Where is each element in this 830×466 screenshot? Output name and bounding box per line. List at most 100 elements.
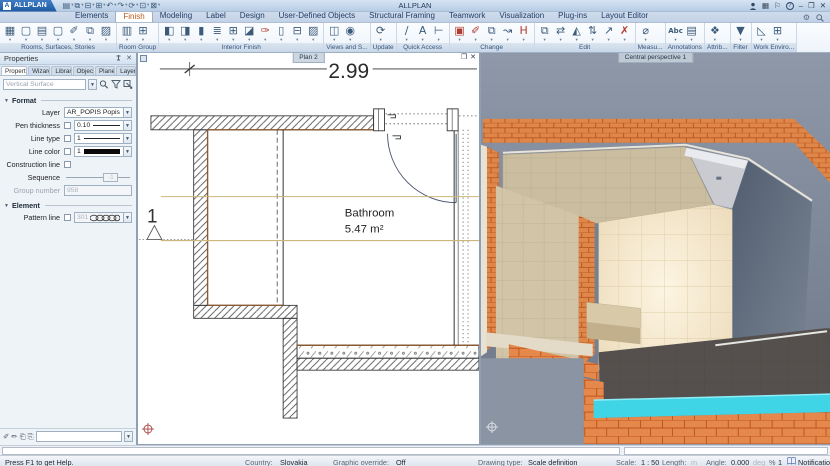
line-type-checkbox[interactable]	[64, 135, 71, 142]
quick-access-4-icon[interactable]: ↶▾	[106, 1, 116, 11]
rooms-surfaces-stories-tool-1-icon[interactable]: ▢▾	[18, 25, 34, 42]
rooms-surfaces-stories-tool-2-icon[interactable]: ▤▾	[34, 25, 50, 42]
quick-access-5-icon[interactable]: ↷▾	[117, 1, 127, 11]
perspective-viewport[interactable]: Central perspective 1	[480, 53, 830, 445]
pattern-line-dropdown[interactable]: ▼	[123, 212, 132, 223]
interior-finish-tool-4-icon[interactable]: ⊞▾	[225, 25, 241, 42]
sequence-slider[interactable]: -1	[64, 172, 132, 183]
edit-tool-5-icon[interactable]: ✗▾	[617, 25, 633, 42]
change-tool-1-icon[interactable]: ✐▾	[468, 25, 484, 42]
rooms-surfaces-stories-tool-6-icon[interactable]: ▨▾	[98, 25, 114, 42]
filter-tool-0-icon[interactable]: ▼▾	[733, 25, 749, 42]
quick-access-3-icon[interactable]: ⊞▾	[95, 1, 105, 11]
tab-library[interactable]: Library	[51, 66, 71, 75]
interior-finish-tool-1-icon[interactable]: ◨▾	[177, 25, 193, 42]
perspective-tab[interactable]: Central perspective 1	[618, 53, 693, 63]
interior-finish-tool-8-icon[interactable]: ⊟▾	[289, 25, 305, 42]
layer-dropdown[interactable]: ▼	[123, 107, 132, 118]
select-elements-icon[interactable]	[123, 80, 133, 89]
dialog-line-input[interactable]	[2, 447, 620, 455]
tab-planes[interactable]: Planes	[95, 66, 115, 75]
ribbon-tab-modeling[interactable]: Modeling	[153, 11, 199, 22]
line-color-checkbox[interactable]	[64, 148, 71, 155]
views-and-s-tool-0-icon[interactable]: ◫▾	[326, 25, 342, 42]
allplan-menu-button[interactable]: A ALLPLAN	[0, 0, 57, 12]
angle-unit[interactable]: deg	[753, 458, 765, 466]
views-and-s-tool-1-icon[interactable]: ◉▾	[342, 25, 358, 42]
interior-finish-tool-3-icon[interactable]: ≣▾	[209, 25, 225, 42]
notifications-book-icon[interactable]	[787, 457, 796, 466]
work-enviro-tool-1-icon[interactable]: ⊞▾	[770, 25, 786, 42]
restore-button[interactable]: ❒	[808, 1, 815, 11]
transfer-properties-icon[interactable]: ✏	[11, 432, 17, 441]
line-type-field[interactable]: 1	[74, 133, 123, 144]
viewport-menu-icon[interactable]	[140, 55, 147, 62]
edit-tool-1-icon[interactable]: ⇄▾	[553, 25, 569, 42]
ribbon-tab-teamwork[interactable]: Teamwork	[442, 11, 492, 22]
element-selector-dropdown[interactable]: ▼	[88, 79, 97, 90]
ribbon-tab-layout-editor[interactable]: Layout Editor	[594, 11, 655, 22]
ribbon-tab-structural-framing[interactable]: Structural Framing	[362, 11, 442, 22]
ribbon-tab-elements[interactable]: Elements	[68, 11, 115, 22]
pen-thickness-field[interactable]: 0.10	[74, 120, 123, 131]
construction-line-checkbox[interactable]	[64, 161, 71, 168]
element-section-header[interactable]: ▼ Element	[0, 197, 136, 211]
quick-access-tool-2-icon[interactable]: ⊢▾	[431, 25, 447, 42]
update-tool-0-icon[interactable]: ⟳▾	[373, 25, 389, 42]
tab-wizards[interactable]: Wizards	[28, 66, 50, 75]
settings-gear-icon[interactable]: ⚙	[803, 13, 810, 22]
ribbon-tab-plug-ins[interactable]: Plug-ins	[551, 11, 594, 22]
tab-layers[interactable]: Layers	[116, 66, 136, 75]
match-properties-icon[interactable]: ✐	[3, 432, 9, 441]
shop-icon[interactable]: ⚐	[774, 1, 781, 11]
scale-value[interactable]: 1 : 50	[641, 458, 659, 466]
quick-access-1-icon[interactable]: ⧉▾	[75, 1, 84, 11]
quick-access-tool-1-icon[interactable]: A▾	[415, 25, 431, 42]
room-group-tool-0-icon[interactable]: ▥▾	[119, 25, 135, 42]
filter-icon[interactable]	[111, 80, 121, 89]
ribbon-tab-label[interactable]: Label	[199, 11, 233, 22]
edit-tool-2-icon[interactable]: ◭▾	[569, 25, 585, 42]
load-favorite-icon[interactable]: ⎗	[20, 432, 26, 442]
plan-tab[interactable]: Plan 2	[292, 53, 324, 63]
sequence-slider-handle[interactable]: -1	[103, 173, 118, 182]
ribbon-tab-user-defined-objects[interactable]: User-Defined Objects	[272, 11, 362, 22]
interior-finish-tool-6-icon[interactable]: ✑▾	[257, 25, 273, 42]
change-tool-2-icon[interactable]: ⧉▾	[484, 25, 500, 42]
viewport-maximize-icon[interactable]: ❒	[461, 54, 467, 62]
interior-finish-tool-7-icon[interactable]: ▯▾	[273, 25, 289, 42]
zoom-to-icon[interactable]	[99, 80, 109, 89]
pen-thickness-checkbox[interactable]	[64, 122, 71, 129]
search-icon[interactable]	[816, 14, 824, 22]
quick-access-7-icon[interactable]: ⊡▾	[139, 1, 149, 11]
percent-value[interactable]: 1	[778, 458, 782, 466]
work-enviro-tool-0-icon[interactable]: ◺▾	[754, 25, 770, 42]
country-value[interactable]: Slovakia	[280, 458, 308, 466]
ribbon-tab-finish[interactable]: Finish	[115, 11, 152, 22]
angle-value[interactable]: 0.000	[731, 458, 749, 466]
pin-icon[interactable]	[115, 55, 122, 62]
user-icon[interactable]	[749, 2, 757, 10]
interior-finish-tool-5-icon[interactable]: ◪▾	[241, 25, 257, 42]
notifications-label[interactable]: Notifications	[798, 458, 830, 466]
room-group-tool-1-icon[interactable]: ⊞▾	[135, 25, 151, 42]
pen-thickness-dropdown[interactable]: ▼	[123, 120, 132, 131]
line-color-dropdown[interactable]: ▼	[123, 146, 132, 157]
viewport-close-icon[interactable]: ✕	[470, 54, 476, 62]
quick-access-0-icon[interactable]: ▤▾	[63, 1, 74, 11]
line-color-field[interactable]: 1	[74, 146, 123, 157]
element-selector[interactable]: Vertical Surface	[3, 79, 86, 90]
rooms-surfaces-stories-tool-5-icon[interactable]: ⧉▾	[82, 25, 98, 42]
annotations-tool-0-icon[interactable]: Abc▾	[668, 25, 684, 42]
quick-access-6-icon[interactable]: ⟳▾	[128, 1, 138, 11]
quick-access-tool-0-icon[interactable]: ∕▾	[399, 25, 415, 42]
rooms-surfaces-stories-tool-0-icon[interactable]: ▦▾	[2, 25, 18, 42]
close-button[interactable]: ✕	[820, 1, 826, 11]
graphic-override-value[interactable]: Off	[396, 458, 406, 466]
length-unit[interactable]: m	[691, 458, 697, 466]
drawing-type-value[interactable]: Scale definition	[528, 458, 578, 466]
edit-tool-0-icon[interactable]: ⧉▾	[537, 25, 553, 42]
measu-tool-0-icon[interactable]: ⌀▾	[638, 25, 654, 42]
change-tool-0-icon[interactable]: ▣▾	[452, 25, 468, 42]
rooms-surfaces-stories-tool-4-icon[interactable]: ✐▾	[66, 25, 82, 42]
